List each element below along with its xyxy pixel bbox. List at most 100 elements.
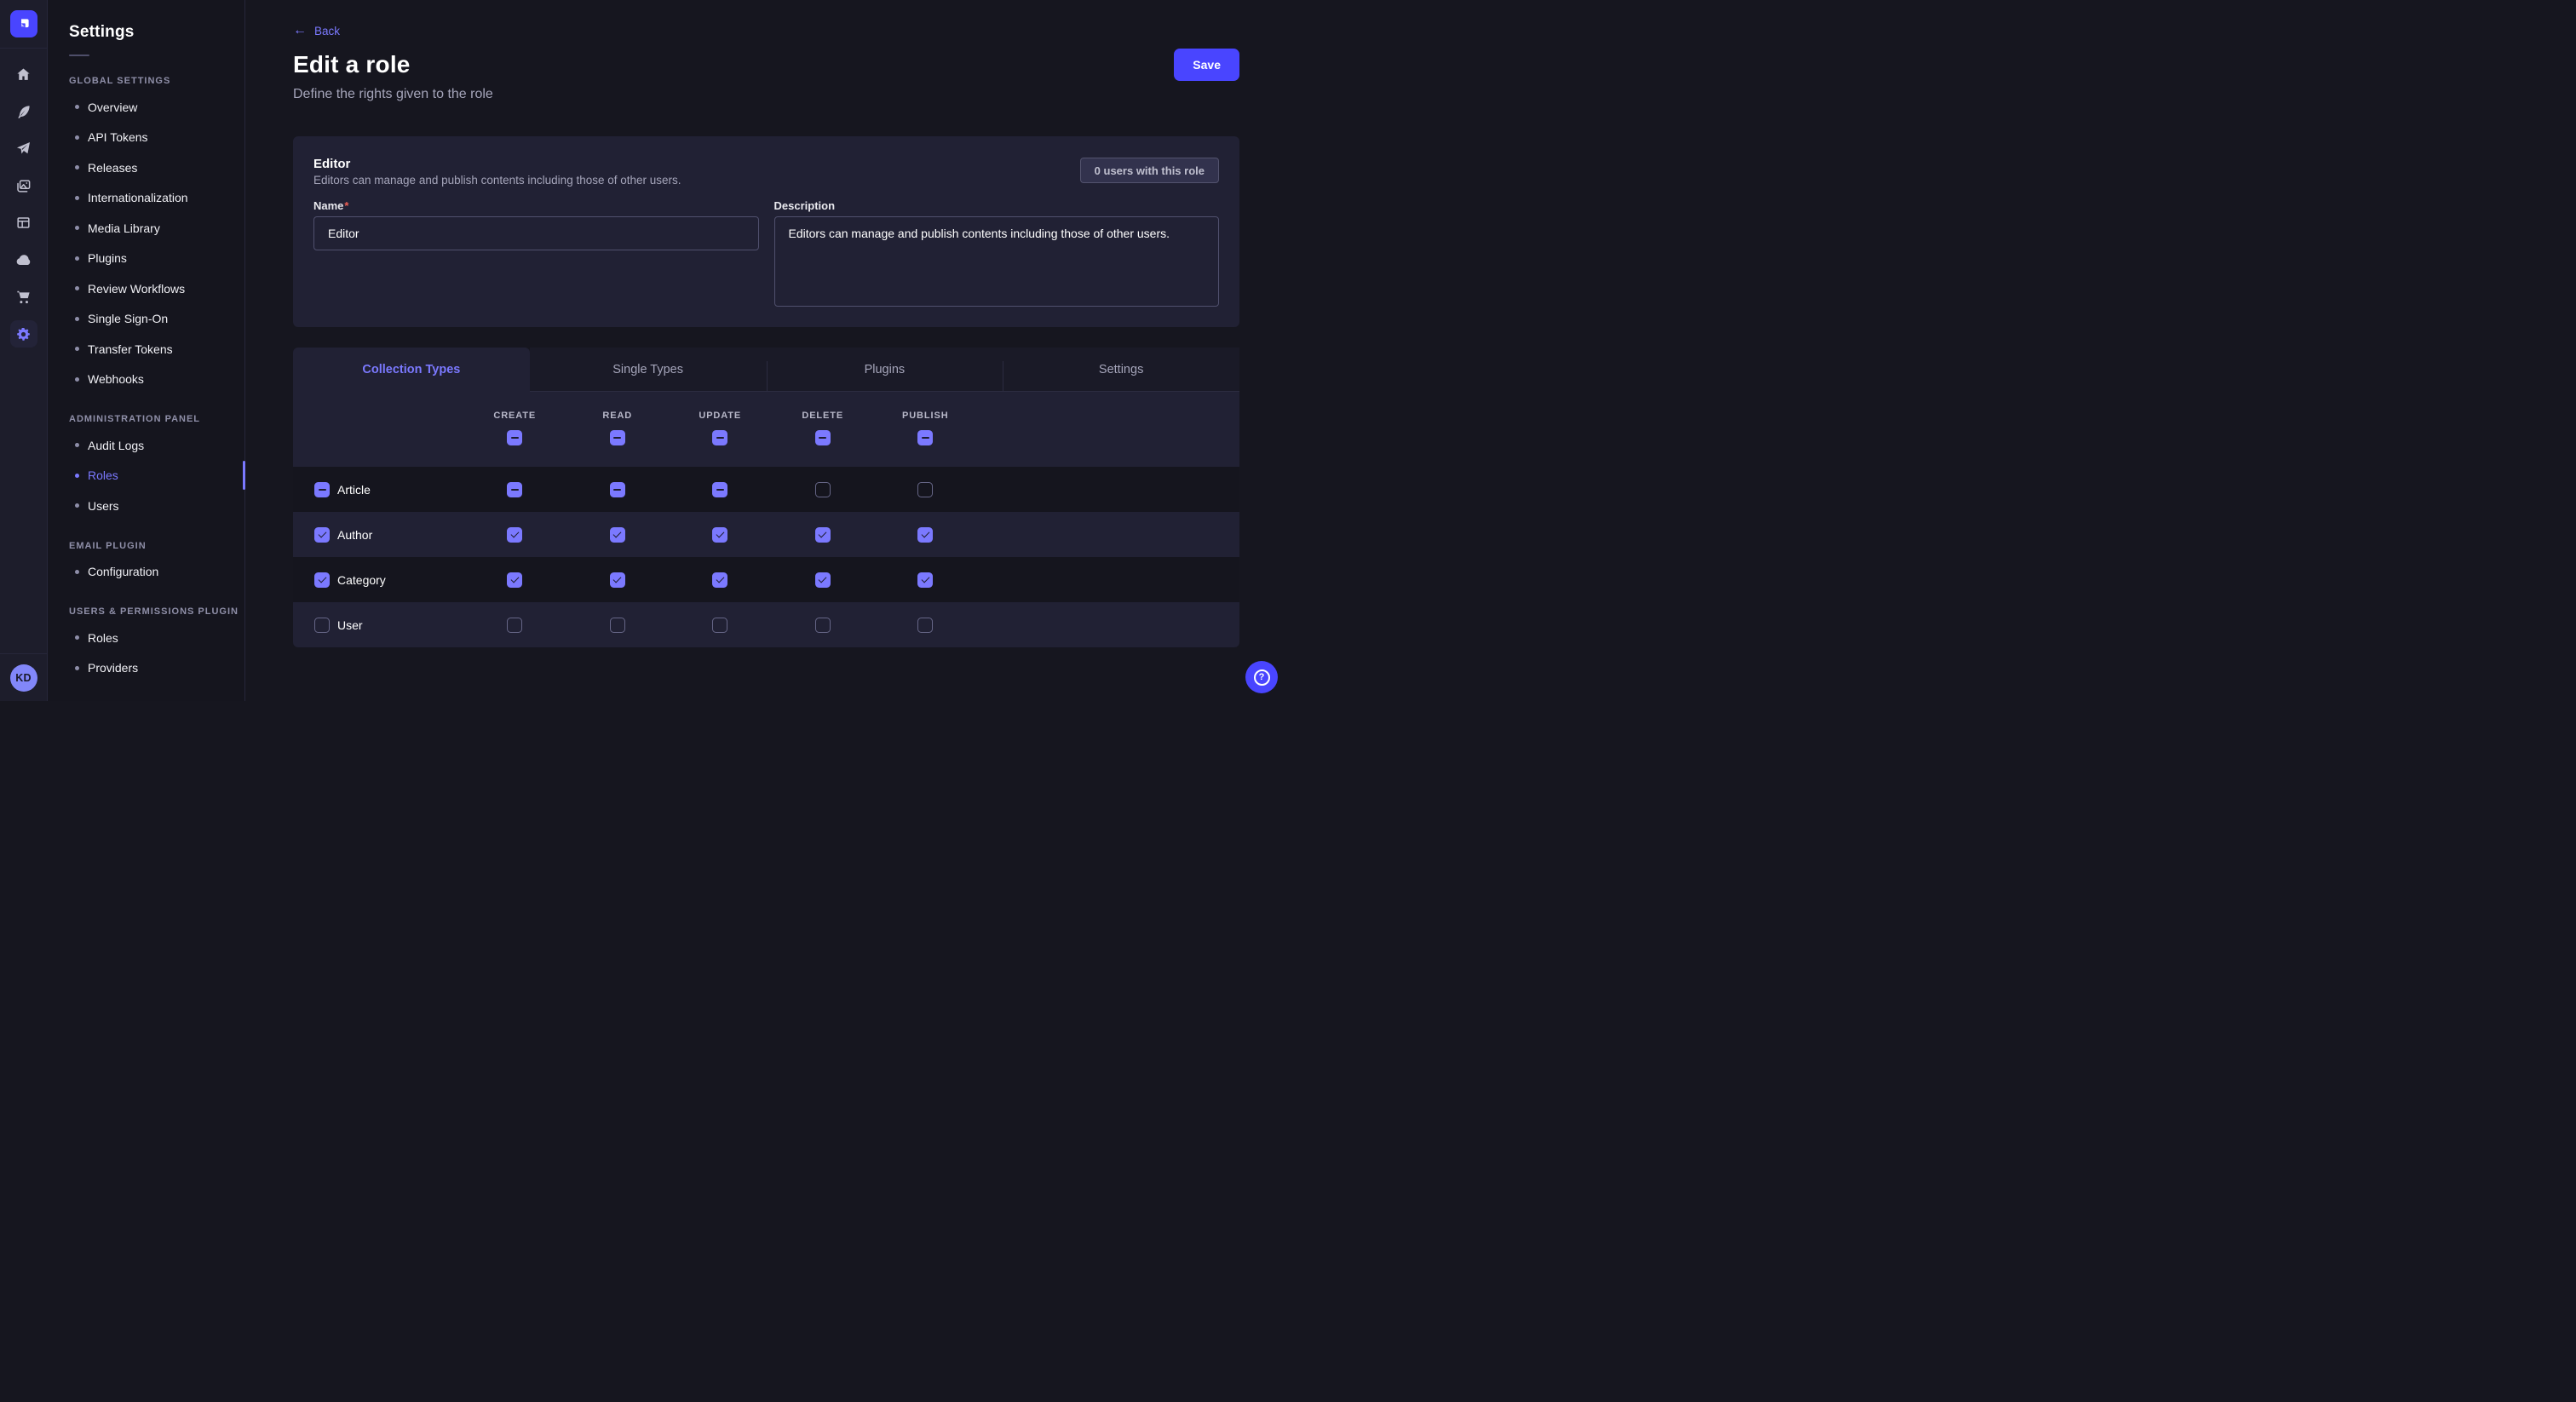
description-textarea[interactable]: Editors can manage and publish contents … <box>774 216 1220 307</box>
bullet-icon <box>75 317 79 321</box>
sidebar-item-webhooks[interactable]: Webhooks <box>69 365 244 395</box>
save-button[interactable]: Save <box>1174 49 1239 81</box>
bullet-icon <box>75 443 79 447</box>
author-publish-checkbox[interactable] <box>917 527 933 543</box>
main-content: ← Back Edit a role Save Define the right… <box>245 0 1288 701</box>
column-header-publish: Publish <box>902 411 949 421</box>
permissions-tabs: Collection Types Single Types Plugins Se… <box>293 348 1239 392</box>
section-administration-panel: ADMINISTRATION PANEL Audit Logs Roles Us… <box>69 414 244 521</box>
required-asterisk: * <box>344 199 348 212</box>
sidebar-item-users[interactable]: Users <box>69 491 244 521</box>
tab-plugins[interactable]: Plugins <box>767 348 1003 392</box>
description-field-group: Description Editors can manage and publi… <box>774 199 1220 311</box>
category-read-checkbox[interactable] <box>610 572 625 588</box>
user-read-checkbox[interactable] <box>610 618 625 633</box>
select-all-read-checkbox[interactable] <box>610 430 625 445</box>
select-all-delete-checkbox[interactable] <box>815 430 831 445</box>
bullet-icon <box>75 377 79 382</box>
user-avatar[interactable]: KD <box>10 664 37 692</box>
bullet-icon <box>75 165 79 170</box>
sidebar-item-internationalization[interactable]: Internationalization <box>69 183 244 214</box>
question-icon: ? <box>1254 669 1270 686</box>
bullet-icon <box>75 226 79 230</box>
user-publish-checkbox[interactable] <box>917 618 933 633</box>
bullet-icon <box>75 286 79 290</box>
logo-block <box>0 0 47 49</box>
sidebar-item-transfer-tokens[interactable]: Transfer Tokens <box>69 334 244 365</box>
row-label: Category <box>337 573 386 587</box>
media-icon[interactable] <box>0 168 48 205</box>
user-update-checkbox[interactable] <box>712 618 727 633</box>
back-link[interactable]: ← Back <box>293 24 340 37</box>
bullet-icon <box>75 666 79 670</box>
feather-icon[interactable] <box>0 94 48 131</box>
tab-settings[interactable]: Settings <box>1003 348 1239 392</box>
row-select-checkbox[interactable] <box>314 572 330 588</box>
sidebar-item-single-sign-on[interactable]: Single Sign-On <box>69 304 244 335</box>
permissions-header: Create Read Update Delete Publish <box>293 392 1239 467</box>
rail-nav <box>0 49 48 353</box>
back-label: Back <box>314 25 340 37</box>
author-read-checkbox[interactable] <box>610 527 625 543</box>
table-row-article: Article <box>293 467 1239 512</box>
section-email-plugin: EMAIL PLUGIN Configuration <box>69 541 244 588</box>
sidebar-item-media-library[interactable]: Media Library <box>69 213 244 244</box>
bullet-icon <box>75 347 79 351</box>
select-all-update-checkbox[interactable] <box>712 430 727 445</box>
select-all-create-checkbox[interactable] <box>507 430 522 445</box>
sidebar-item-configuration[interactable]: Configuration <box>69 557 244 588</box>
row-label: Article <box>337 483 371 497</box>
sidebar-item-review-workflows[interactable]: Review Workflows <box>69 273 244 304</box>
section-label: ADMINISTRATION PANEL <box>69 414 244 424</box>
sidebar-divider <box>69 55 89 56</box>
select-all-publish-checkbox[interactable] <box>917 430 933 445</box>
sidebar-item-roles[interactable]: Roles <box>69 461 244 491</box>
help-button[interactable]: ? <box>1245 661 1278 693</box>
layout-icon[interactable] <box>0 204 48 242</box>
strapi-logo[interactable] <box>10 10 37 37</box>
user-delete-checkbox[interactable] <box>815 618 831 633</box>
send-icon[interactable] <box>0 130 48 168</box>
author-delete-checkbox[interactable] <box>815 527 831 543</box>
gear-icon[interactable] <box>0 316 48 353</box>
category-delete-checkbox[interactable] <box>815 572 831 588</box>
role-details-card: Editor Editors can manage and publish co… <box>293 136 1239 327</box>
table-row-author: Author <box>293 512 1239 557</box>
sidebar-item-audit-logs[interactable]: Audit Logs <box>69 430 244 461</box>
article-publish-checkbox[interactable] <box>917 482 933 497</box>
row-select-checkbox[interactable] <box>314 527 330 543</box>
name-input[interactable] <box>313 216 759 250</box>
sidebar-item-overview[interactable]: Overview <box>69 92 244 123</box>
cloud-icon[interactable] <box>0 242 48 279</box>
category-update-checkbox[interactable] <box>712 572 727 588</box>
section-label: USERS & PERMISSIONS PLUGIN <box>69 606 244 617</box>
row-select-checkbox[interactable] <box>314 618 330 633</box>
page-subtitle: Define the rights given to the role <box>293 87 1239 102</box>
sidebar-item-plugins[interactable]: Plugins <box>69 244 244 274</box>
permissions-section: Collection Types Single Types Plugins Se… <box>293 348 1239 647</box>
column-header-update: Update <box>699 411 741 421</box>
description-label: Description <box>774 199 1220 213</box>
sidebar-item-api-tokens[interactable]: API Tokens <box>69 123 244 153</box>
tab-single-types[interactable]: Single Types <box>530 348 767 392</box>
article-create-checkbox[interactable] <box>507 482 522 497</box>
bullet-icon <box>75 196 79 200</box>
name-label: Name* <box>313 199 759 213</box>
sidebar-title: Settings <box>69 23 244 42</box>
sidebar-item-providers[interactable]: Providers <box>69 653 244 684</box>
bullet-icon <box>75 256 79 261</box>
article-update-checkbox[interactable] <box>712 482 727 497</box>
row-select-checkbox[interactable] <box>314 482 330 497</box>
article-delete-checkbox[interactable] <box>815 482 831 497</box>
sidebar-item-releases[interactable]: Releases <box>69 152 244 183</box>
sidebar-item-up-roles[interactable]: Roles <box>69 623 244 653</box>
article-read-checkbox[interactable] <box>610 482 625 497</box>
author-update-checkbox[interactable] <box>712 527 727 543</box>
home-icon[interactable] <box>0 56 48 94</box>
user-create-checkbox[interactable] <box>507 618 522 633</box>
category-publish-checkbox[interactable] <box>917 572 933 588</box>
cart-icon[interactable] <box>0 279 48 316</box>
tab-collection-types[interactable]: Collection Types <box>293 348 530 392</box>
category-create-checkbox[interactable] <box>507 572 522 588</box>
author-create-checkbox[interactable] <box>507 527 522 543</box>
